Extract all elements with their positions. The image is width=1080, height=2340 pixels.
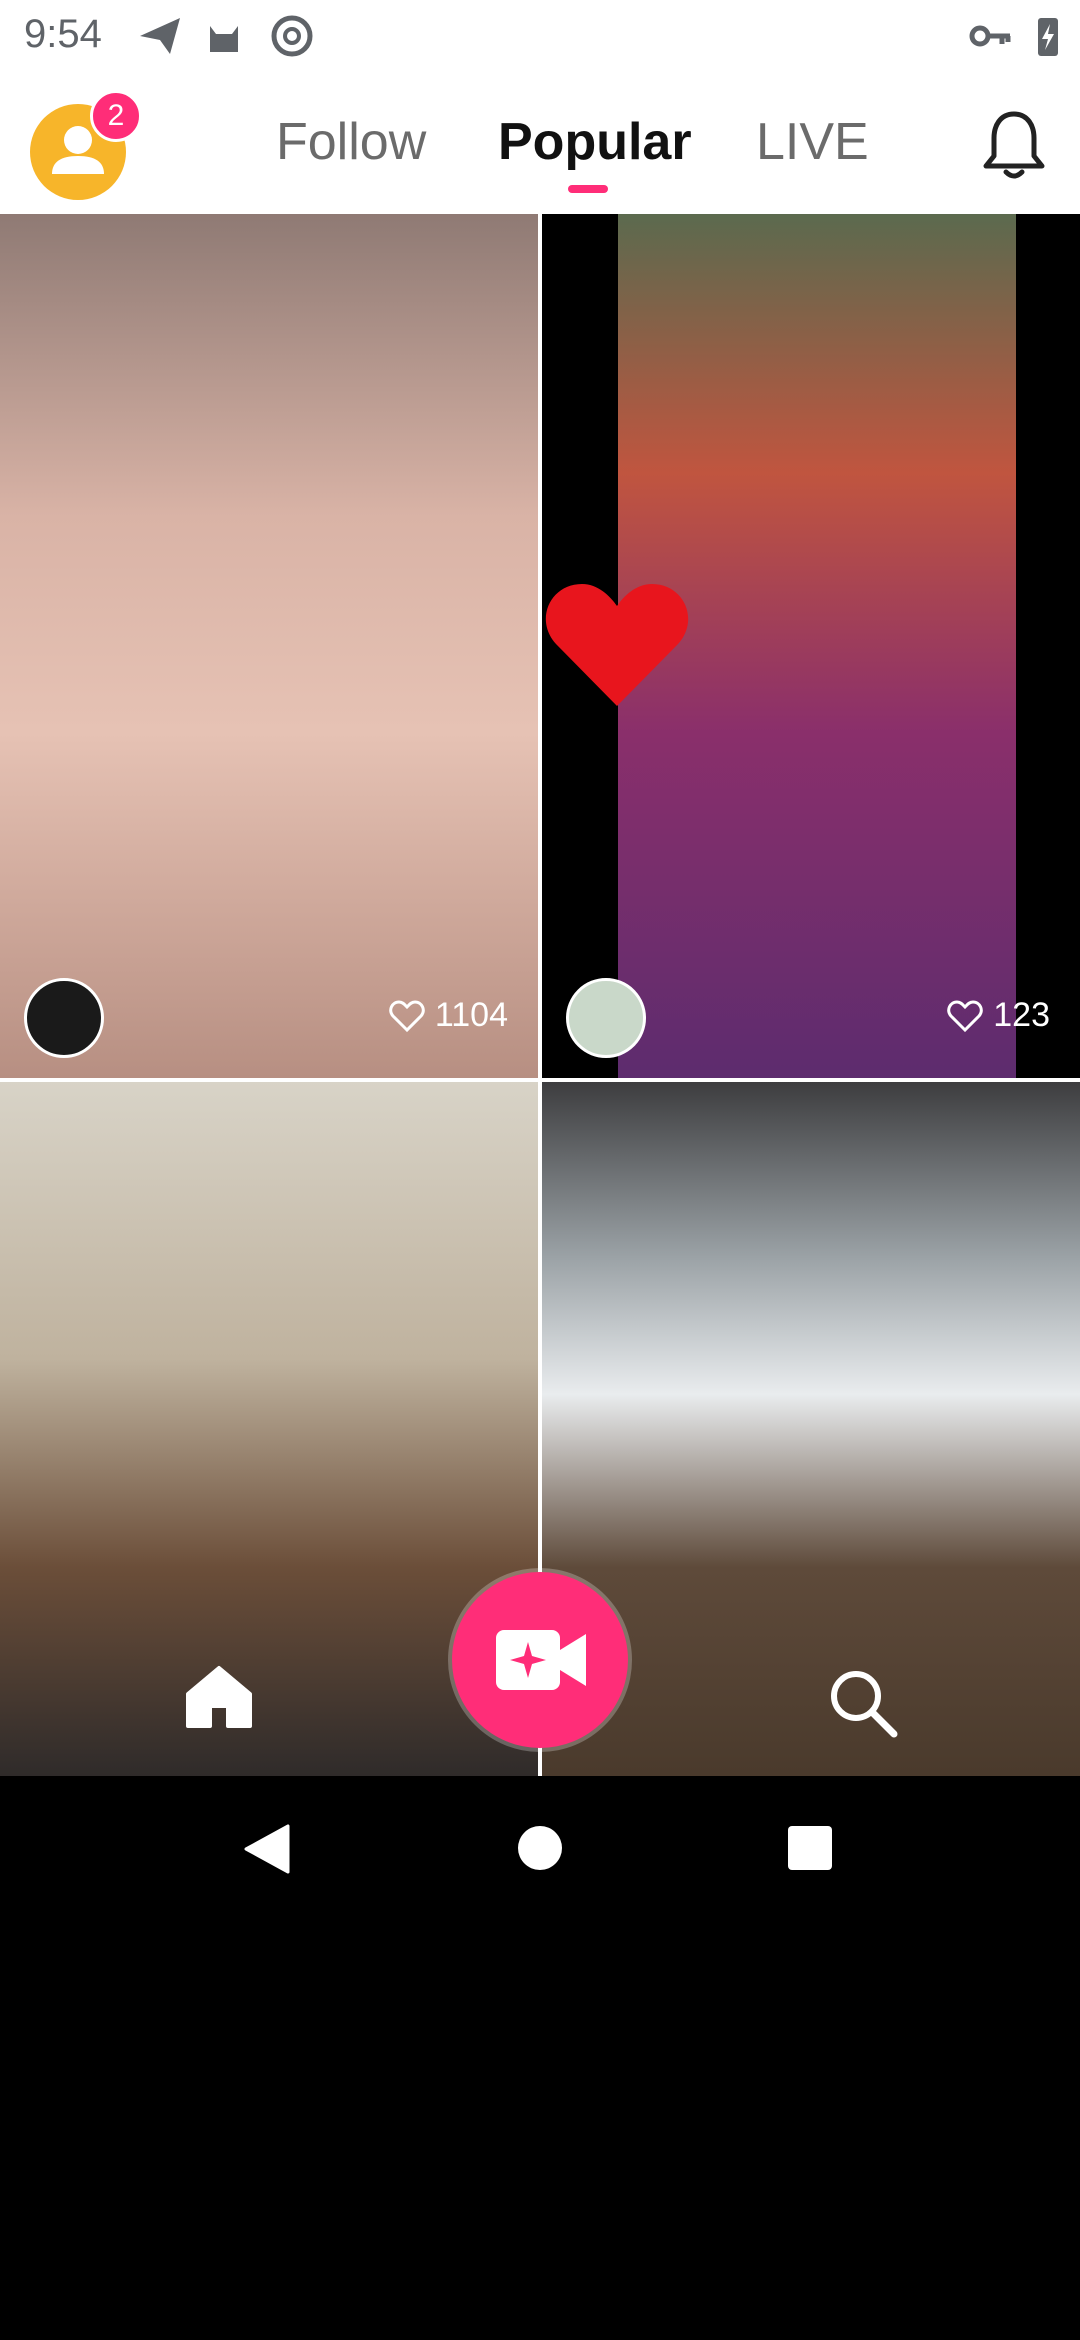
video-tile[interactable]: 1104 <box>0 214 538 1078</box>
home-icon[interactable] <box>184 1664 254 1730</box>
status-bar: 9:54 <box>0 0 1080 72</box>
video-grid: 1104 123 <box>0 214 1080 1776</box>
vpn-key-icon <box>969 25 1011 47</box>
notification-count-badge: 2 <box>90 90 142 142</box>
bell-icon[interactable] <box>978 106 1050 182</box>
record-video-button[interactable] <box>452 1572 628 1748</box>
tab-live[interactable]: LIVE <box>756 112 869 172</box>
heart-outline-icon <box>389 999 425 1032</box>
cat-icon <box>210 26 238 52</box>
creator-avatar[interactable] <box>566 978 646 1058</box>
like-count-text: 123 <box>993 996 1050 1034</box>
like-count: 1104 <box>389 996 508 1035</box>
system-navigation-bar <box>0 1776 1080 1920</box>
top-header: 2 Follow Popular LIVE <box>0 72 1080 214</box>
system-home-button[interactable] <box>518 1826 562 1870</box>
tab-popular[interactable]: Popular <box>498 112 692 172</box>
search-icon[interactable] <box>824 1664 900 1740</box>
active-tab-indicator <box>568 185 608 193</box>
at-circle-icon <box>271 15 313 57</box>
heart-outline-icon <box>947 999 983 1032</box>
heart-sticker-icon <box>545 584 689 706</box>
like-count: 123 <box>947 996 1050 1035</box>
video-camera-icon <box>496 1630 586 1690</box>
send-icon <box>140 18 180 54</box>
tab-follow[interactable]: Follow <box>276 112 426 172</box>
status-time: 9:54 <box>24 12 102 56</box>
back-icon[interactable] <box>244 1824 292 1874</box>
recent-apps-button[interactable] <box>788 1826 832 1870</box>
creator-avatar[interactable] <box>24 978 104 1058</box>
video-tile[interactable]: 123 <box>542 214 1080 1078</box>
battery-charging-icon <box>1038 18 1058 56</box>
like-count-text: 1104 <box>434 996 508 1034</box>
